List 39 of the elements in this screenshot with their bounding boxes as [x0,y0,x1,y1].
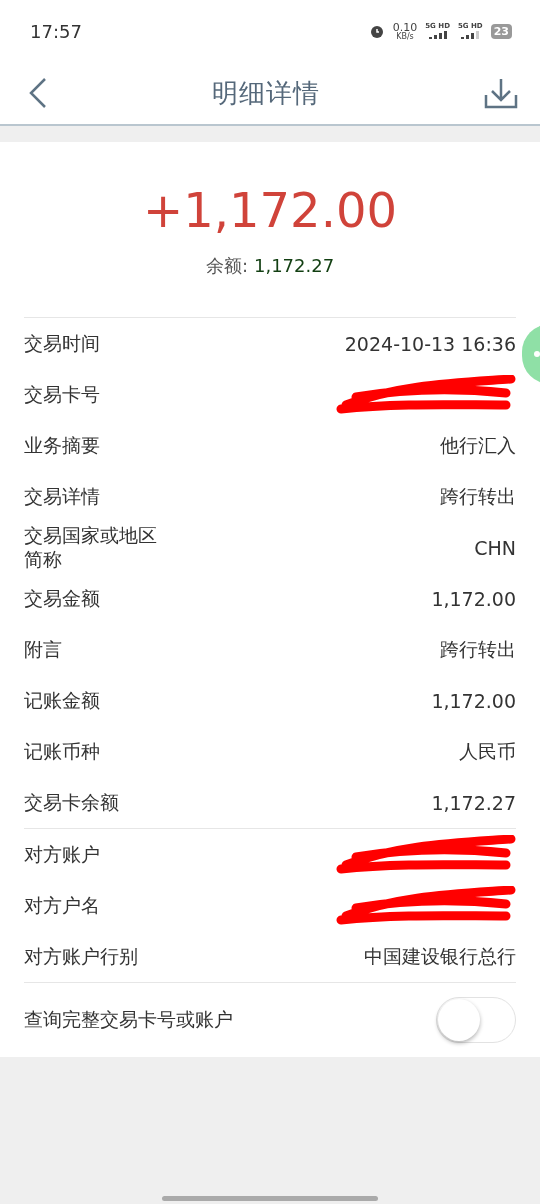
row-value: 跨行转出 [440,636,516,662]
row-value: 1,172.00 [431,587,516,610]
row-label: 交易金额 [24,586,100,611]
status-time: 17:57 [30,20,82,42]
row-label: 交易详情 [24,484,100,509]
battery-level: 23 [490,23,512,39]
balance-value: 1,172.27 [253,254,335,276]
home-indicator[interactable] [162,1196,378,1201]
toggle-switch[interactable] [436,997,516,1043]
row-label: 对方户名 [24,893,100,918]
row-label: 交易国家或地区简称 [24,523,158,572]
row-label: 交易卡余额 [24,790,119,815]
row-value: 他行汇入 [440,432,516,458]
transaction-amount: +1,172.00 [143,181,397,238]
row-label: 交易卡号 [24,382,100,407]
row-label: 记账币种 [24,739,100,764]
balance-label: 余额: [205,253,248,278]
row-value: 1,172.00 [431,689,516,712]
network-speed: 0.10 [392,21,418,33]
signal-icon [459,31,482,40]
toggle-label: 查询完整交易卡号或账户 [24,1008,233,1032]
row-value: 跨行转出 [440,483,516,509]
alarm-icon [368,23,385,39]
signal-icon [426,31,449,40]
row-label: 记账金额 [24,688,100,713]
row-label: 交易时间 [24,331,100,356]
row-value: 人民币 [459,738,516,764]
speed-unit: KB/s [396,32,414,41]
row-label: 业务摘要 [24,433,100,458]
page-title: 明细详情 [212,76,320,110]
row-value: 中国建设银行总行 [364,943,516,969]
back-icon[interactable] [28,77,48,109]
row-label: 附言 [24,637,62,662]
row-value: 1,172.27 [431,791,516,814]
download-icon[interactable] [484,77,518,109]
row-value: CHN [474,536,516,559]
row-value: 2024-10-13 16:36 [344,332,516,355]
row-label: 对方账户 [24,842,100,867]
row-label: 对方账户行别 [24,944,138,969]
